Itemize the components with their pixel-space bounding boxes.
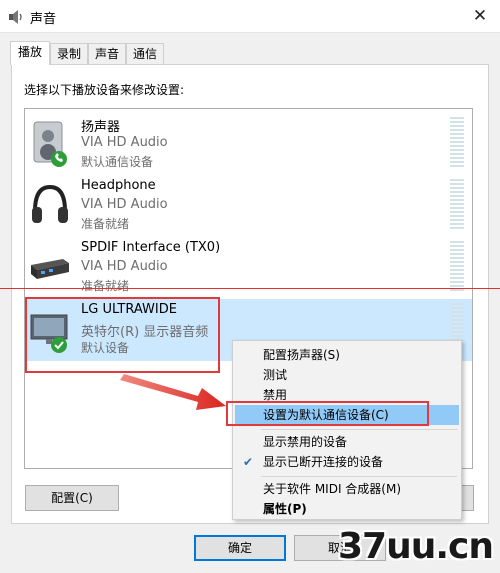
annotation-box-menu-item: [226, 401, 429, 426]
tab-sounds[interactable]: 声音: [88, 43, 126, 64]
configure-button[interactable]: 配置(C): [25, 485, 119, 511]
menu-separator: [261, 476, 457, 477]
watermark-text: 37uu.cn: [338, 526, 494, 567]
level-meter: [450, 179, 464, 231]
device-item-speaker[interactable]: 扬声器 VIA HD Audio 默认通信设备: [25, 113, 472, 175]
spdif-device-icon: [31, 259, 69, 279]
annotation-box-device: [25, 297, 220, 373]
device-driver: VIA HD Audio: [81, 259, 168, 274]
device-name: Headphone: [81, 178, 156, 193]
menu-item-about-midi[interactable]: 关于软件 MIDI 合成器(M): [235, 479, 459, 499]
instruction-label: 选择以下播放设备来修改设置:: [24, 83, 185, 97]
ok-button[interactable]: 确定: [194, 535, 286, 561]
device-status: 准备就绪: [81, 279, 130, 293]
device-driver: VIA HD Audio: [81, 135, 168, 150]
menu-item-show-disconnected[interactable]: ✔ 显示已断开连接的设备: [235, 452, 459, 472]
device-status: 默认通信设备: [81, 155, 154, 169]
device-status: 准备就绪: [81, 217, 130, 231]
title-bar: 声音 ✕: [0, 0, 500, 33]
device-name: SPDIF Interface (TX0): [81, 240, 221, 255]
menu-item-properties[interactable]: 属性(P): [235, 499, 459, 519]
context-menu: 配置扬声器(S) 测试 禁用 设置为默认通信设备(C) 显示禁用的设备 ✔ 显示…: [232, 340, 462, 520]
menu-item-configure-speakers[interactable]: 配置扬声器(S): [235, 345, 459, 365]
tab-recording[interactable]: 录制: [50, 43, 88, 64]
window-title: 声音: [30, 12, 57, 27]
checkmark-icon: ✔: [243, 455, 254, 469]
menu-separator: [261, 429, 457, 430]
device-item-headphone[interactable]: Headphone VIA HD Audio 准备就绪: [25, 175, 472, 237]
level-meter: [450, 117, 464, 169]
close-button[interactable]: ✕: [460, 0, 500, 33]
device-name: 扬声器: [81, 120, 121, 135]
device-item-spdif[interactable]: SPDIF Interface (TX0) VIA HD Audio 准备就绪: [25, 237, 472, 299]
annotation-line: [0, 288, 500, 289]
tab-communications[interactable]: 通信: [126, 43, 164, 64]
tab-playback[interactable]: 播放: [10, 41, 50, 65]
menu-item-label: 显示已断开连接的设备: [263, 455, 384, 469]
level-meter: [450, 241, 464, 293]
menu-item-test[interactable]: 测试: [235, 365, 459, 385]
menu-item-show-disabled[interactable]: 显示禁用的设备: [235, 432, 459, 452]
annotation-arrow-icon: [120, 374, 226, 410]
speaker-icon: [9, 10, 22, 24]
speaker-icon: [33, 121, 67, 167]
device-driver: VIA HD Audio: [81, 197, 168, 212]
headphone-icon: [32, 184, 68, 223]
